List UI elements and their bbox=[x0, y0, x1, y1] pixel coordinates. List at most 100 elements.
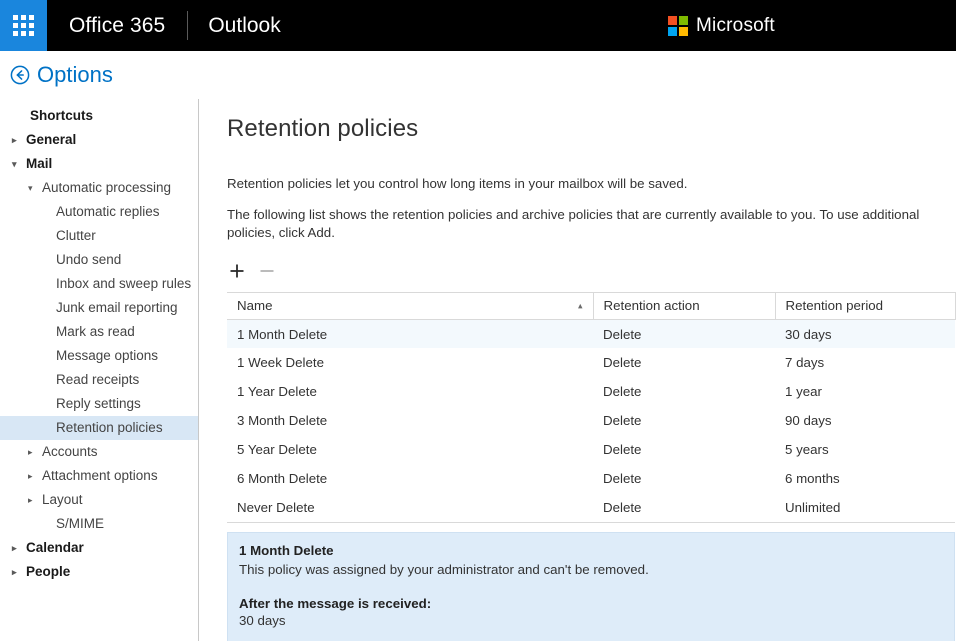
sidebar-item-label: Undo send bbox=[56, 248, 121, 272]
retention-period-cell: 1 year bbox=[775, 377, 955, 406]
table-row[interactable]: 5 Year DeleteDelete5 years bbox=[227, 435, 955, 464]
sidebar-item-junk-email-reporting[interactable]: Junk email reporting bbox=[0, 296, 198, 320]
retention-action-cell: Delete bbox=[593, 435, 775, 464]
sidebar-item-label: Retention policies bbox=[56, 416, 163, 440]
sidebar-item-label: Reply settings bbox=[56, 392, 141, 416]
policy-name-cell: 5 Year Delete bbox=[227, 435, 593, 464]
policy-name-cell: 6 Month Delete bbox=[227, 464, 593, 493]
options-title[interactable]: Options bbox=[37, 64, 113, 86]
retention-period-cell: Unlimited bbox=[775, 493, 955, 522]
intro-paragraph-1: Retention policies let you control how l… bbox=[227, 175, 956, 193]
app-launcher-button[interactable] bbox=[0, 0, 47, 51]
chevron-right-icon[interactable]: ▸ bbox=[28, 488, 42, 512]
retention-policies-table: Name ▴ Retention action Retention period… bbox=[227, 292, 956, 523]
outlook-app-link[interactable]: Outlook bbox=[188, 0, 300, 51]
header-spacer bbox=[301, 0, 956, 51]
sidebar-item-mail[interactable]: ▾Mail bbox=[0, 152, 198, 176]
sidebar-item-reply-settings[interactable]: Reply settings bbox=[0, 392, 198, 416]
sidebar-item-mark-as-read[interactable]: Mark as read bbox=[0, 320, 198, 344]
table-row[interactable]: 1 Year DeleteDelete1 year bbox=[227, 377, 955, 406]
sidebar-item-label: Junk email reporting bbox=[56, 296, 178, 320]
options-header: Options bbox=[0, 51, 956, 99]
microsoft-logo: Microsoft bbox=[668, 0, 775, 51]
retention-period-cell: 7 days bbox=[775, 348, 955, 377]
outlook-options-page: Office 365 Outlook Microsoft Options Sho… bbox=[0, 0, 956, 641]
page-title: Retention policies bbox=[227, 115, 956, 143]
sidebar-item-undo-send[interactable]: Undo send bbox=[0, 248, 198, 272]
sidebar-item-label: Accounts bbox=[42, 440, 98, 464]
sidebar-item-attachment-options[interactable]: ▸Attachment options bbox=[0, 464, 198, 488]
remove-policy-button[interactable] bbox=[257, 261, 277, 281]
sidebar-item-label: General bbox=[26, 128, 76, 152]
sidebar-item-general[interactable]: ▸General bbox=[0, 128, 198, 152]
sidebar-item-shortcuts[interactable]: Shortcuts bbox=[0, 104, 198, 128]
sidebar-item-automatic-processing[interactable]: ▾Automatic processing bbox=[0, 176, 198, 200]
detail-received-label: After the message is received: bbox=[239, 596, 942, 611]
retention-period-cell: 90 days bbox=[775, 406, 955, 435]
sidebar-item-label: Shortcuts bbox=[30, 104, 93, 128]
sidebar-item-read-receipts[interactable]: Read receipts bbox=[0, 368, 198, 392]
chevron-right-icon[interactable]: ▸ bbox=[12, 560, 26, 584]
back-circle-arrow-icon[interactable] bbox=[9, 64, 31, 86]
chevron-right-icon[interactable]: ▸ bbox=[28, 464, 42, 488]
retention-action-cell: Delete bbox=[593, 464, 775, 493]
sidebar-item-label: Attachment options bbox=[42, 464, 158, 488]
retention-action-cell: Delete bbox=[593, 377, 775, 406]
chevron-down-icon[interactable]: ▾ bbox=[28, 176, 42, 200]
intro-paragraph-2: The following list shows the retention p… bbox=[227, 206, 956, 242]
sidebar-item-label: Message options bbox=[56, 344, 158, 368]
sidebar-item-label: Clutter bbox=[56, 224, 96, 248]
sidebar-item-message-options[interactable]: Message options bbox=[0, 344, 198, 368]
table-row[interactable]: 6 Month DeleteDelete6 months bbox=[227, 464, 955, 493]
table-row[interactable]: 3 Month DeleteDelete90 days bbox=[227, 406, 955, 435]
sidebar-item-s-mime[interactable]: S/MIME bbox=[0, 512, 198, 536]
sidebar-item-clutter[interactable]: Clutter bbox=[0, 224, 198, 248]
sidebar-item-people[interactable]: ▸People bbox=[0, 560, 198, 584]
waffle-grid-icon bbox=[13, 15, 34, 36]
sidebar-item-label: Layout bbox=[42, 488, 83, 512]
chevron-right-icon[interactable]: ▸ bbox=[28, 440, 42, 464]
table-row[interactable]: 1 Week DeleteDelete7 days bbox=[227, 348, 955, 377]
policy-name-cell: 1 Week Delete bbox=[227, 348, 593, 377]
column-header-retention-action[interactable]: Retention action bbox=[593, 292, 775, 319]
retention-action-cell: Delete bbox=[593, 319, 775, 348]
policy-name-cell: Never Delete bbox=[227, 493, 593, 522]
policy-detail-pane: 1 Month Delete This policy was assigned … bbox=[227, 532, 955, 641]
sidebar-item-label: Inbox and sweep rules bbox=[56, 272, 191, 296]
sidebar-item-calendar[interactable]: ▸Calendar bbox=[0, 536, 198, 560]
office-365-brand-link[interactable]: Office 365 bbox=[47, 0, 187, 51]
chevron-down-icon[interactable]: ▾ bbox=[12, 152, 26, 176]
sidebar-item-label: Mark as read bbox=[56, 320, 135, 344]
table-header: Name ▴ Retention action Retention period bbox=[227, 292, 955, 319]
sidebar-item-layout[interactable]: ▸Layout bbox=[0, 488, 198, 512]
sidebar-item-label: Calendar bbox=[26, 536, 84, 560]
retention-period-cell: 6 months bbox=[775, 464, 955, 493]
retention-action-cell: Delete bbox=[593, 348, 775, 377]
sidebar-item-label: Read receipts bbox=[56, 368, 139, 392]
sidebar-item-inbox-and-sweep-rules[interactable]: Inbox and sweep rules bbox=[0, 272, 198, 296]
table-body: 1 Month DeleteDelete30 days1 Week Delete… bbox=[227, 319, 955, 522]
detail-policy-name: 1 Month Delete bbox=[239, 543, 942, 558]
column-header-retention-period-label: Retention period bbox=[786, 298, 884, 313]
options-sidebar: Shortcuts▸General▾Mail▾Automatic process… bbox=[0, 99, 199, 641]
policy-name-cell: 1 Month Delete bbox=[227, 319, 593, 348]
column-header-name-label: Name bbox=[237, 298, 272, 313]
add-policy-button[interactable] bbox=[227, 261, 247, 281]
chevron-right-icon[interactable]: ▸ bbox=[12, 128, 26, 152]
microsoft-wordmark: Microsoft bbox=[696, 15, 775, 37]
retention-action-cell: Delete bbox=[593, 493, 775, 522]
chevron-right-icon[interactable]: ▸ bbox=[12, 536, 26, 560]
table-row[interactable]: Never DeleteDeleteUnlimited bbox=[227, 493, 955, 522]
column-header-name[interactable]: Name ▴ bbox=[227, 292, 593, 319]
microsoft-squares-icon bbox=[668, 16, 688, 36]
sidebar-item-label: Automatic replies bbox=[56, 200, 160, 224]
sidebar-item-label: Mail bbox=[26, 152, 52, 176]
sidebar-item-retention-policies[interactable]: Retention policies bbox=[0, 416, 198, 440]
policy-name-cell: 3 Month Delete bbox=[227, 406, 593, 435]
table-row[interactable]: 1 Month DeleteDelete30 days bbox=[227, 319, 955, 348]
sidebar-item-automatic-replies[interactable]: Automatic replies bbox=[0, 200, 198, 224]
column-header-retention-period[interactable]: Retention period bbox=[775, 292, 955, 319]
main-content: Retention policies Retention policies le… bbox=[199, 99, 956, 641]
column-header-retention-action-label: Retention action bbox=[604, 298, 700, 313]
sidebar-item-accounts[interactable]: ▸Accounts bbox=[0, 440, 198, 464]
